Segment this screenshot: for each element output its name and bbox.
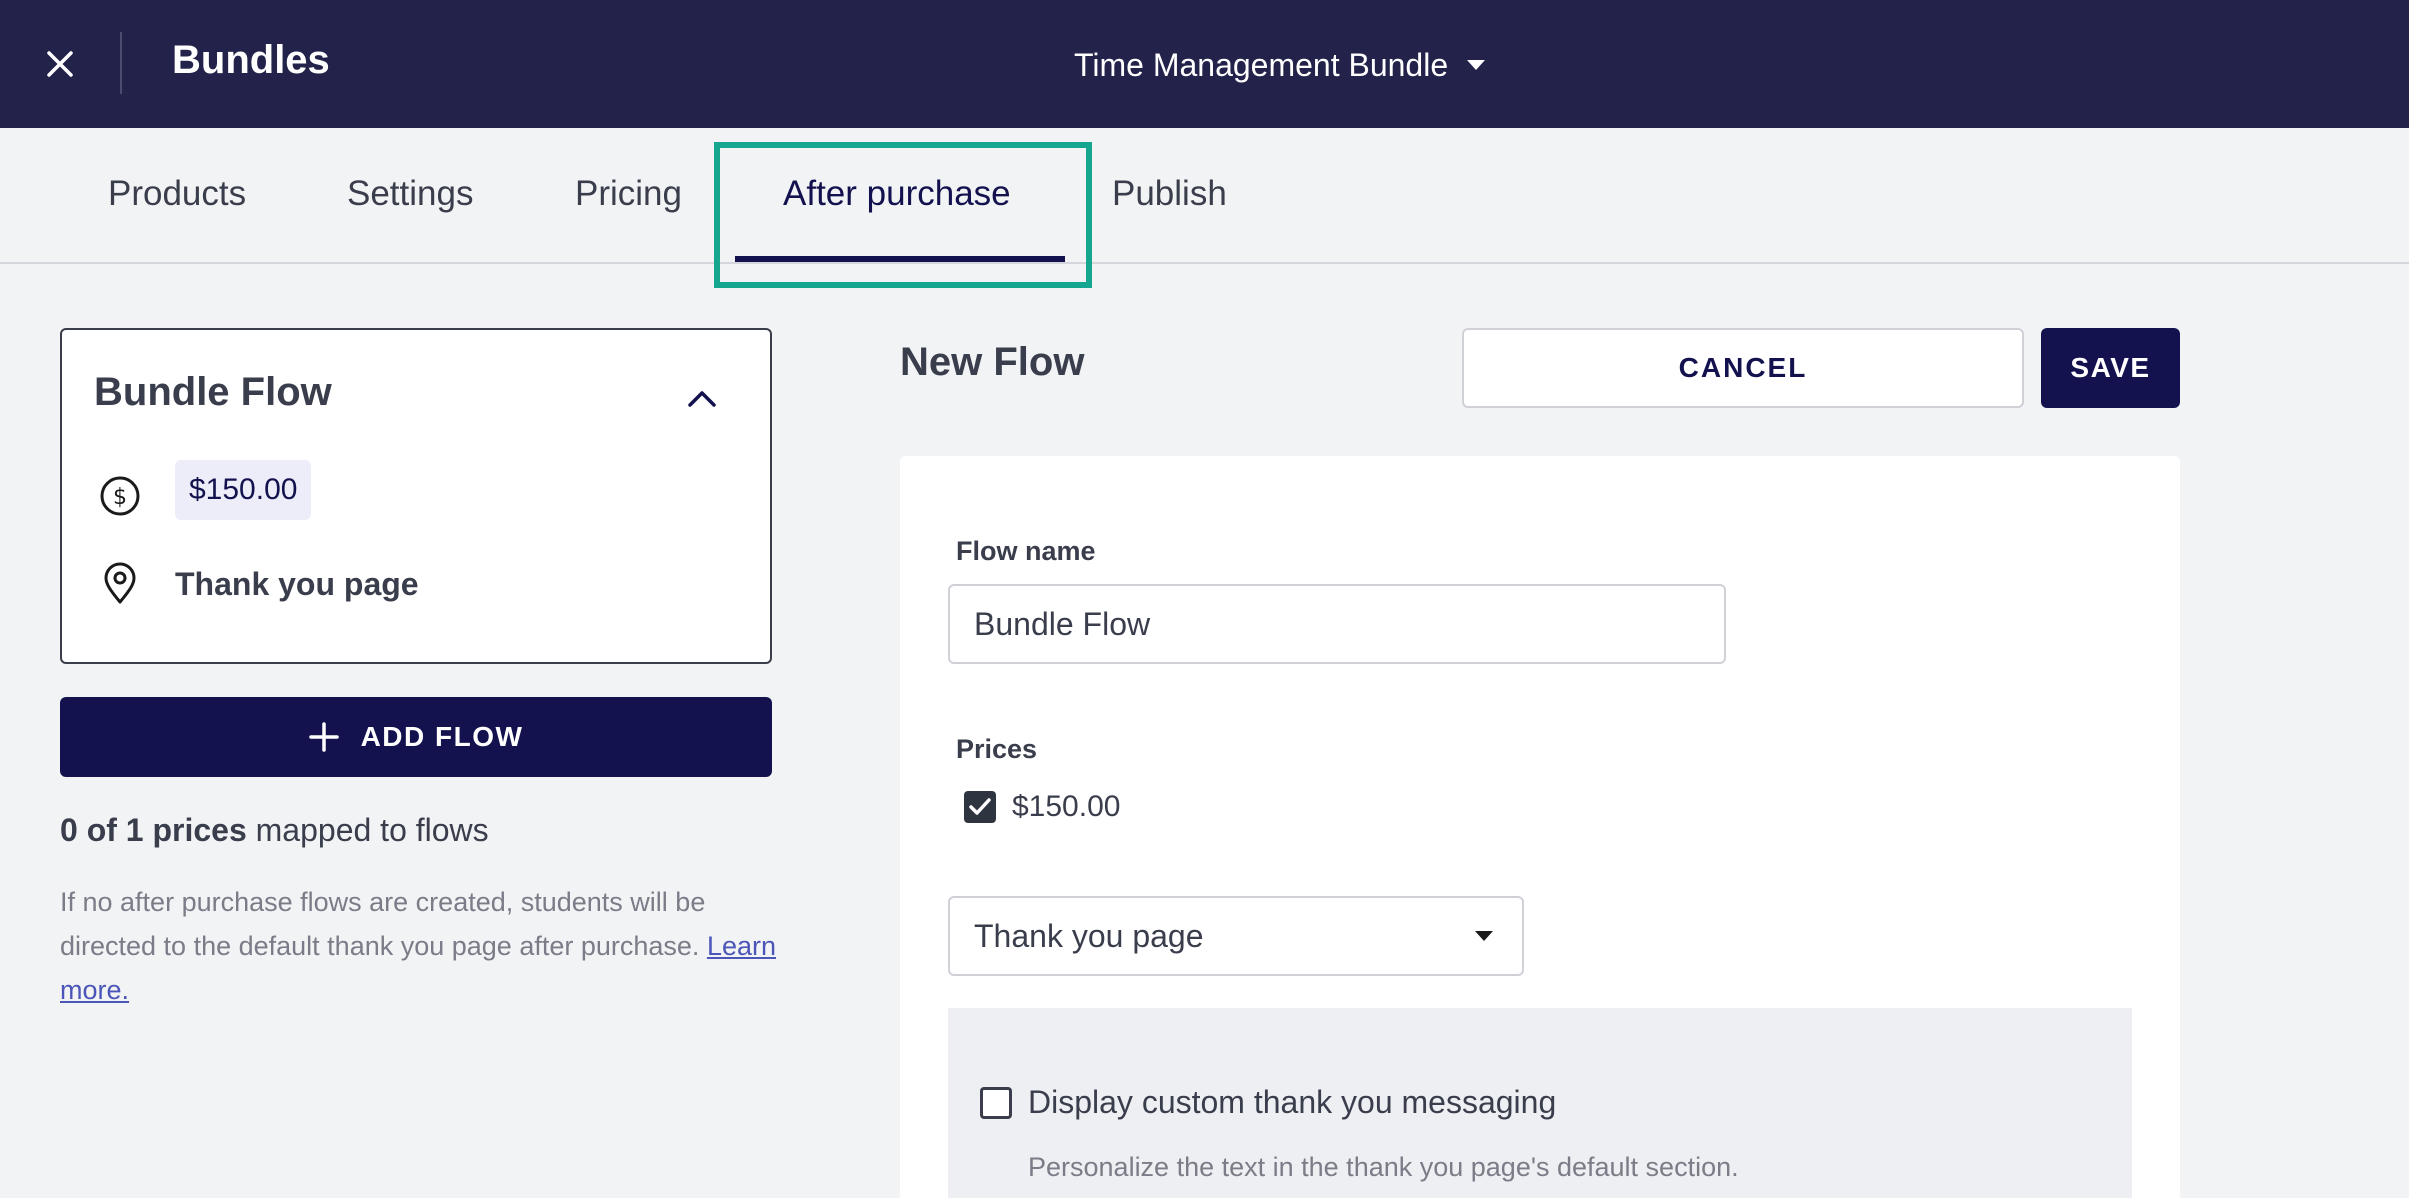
mapped-suffix: mapped to flows xyxy=(246,812,489,848)
prices-label: Prices xyxy=(956,734,1038,764)
custom-message-row[interactable]: Display custom thank you messaging xyxy=(980,1084,1556,1121)
flow-form: Flow name Prices $150.00 Thank you page … xyxy=(900,456,2180,1198)
tab-products[interactable]: Products xyxy=(108,174,246,214)
destination-select-value: Thank you page xyxy=(974,917,1204,954)
checkmark-icon xyxy=(969,798,991,815)
bundle-selector-label: Time Management Bundle xyxy=(1074,46,1449,83)
form-title: New Flow xyxy=(900,340,1085,384)
flow-destination: Thank you page xyxy=(175,566,419,602)
flow-card[interactable]: Bundle Flow $ $150.00 Thank you page xyxy=(60,328,772,664)
flow-name-input[interactable] xyxy=(948,584,1726,664)
tab-pricing[interactable]: Pricing xyxy=(575,174,682,214)
chevron-up-icon xyxy=(688,391,716,407)
price-checkbox[interactable] xyxy=(964,791,996,823)
custom-message-section: Display custom thank you messaging Perso… xyxy=(948,1008,2132,1198)
cancel-button[interactable]: CANCEL xyxy=(1462,328,2024,408)
close-icon xyxy=(47,51,73,77)
header-divider xyxy=(120,32,122,94)
destination-select[interactable]: Thank you page xyxy=(948,896,1524,976)
help-text: If no after purchase flows are created, … xyxy=(60,880,780,1012)
price-option-row[interactable]: $150.00 xyxy=(964,790,1120,824)
close-button[interactable] xyxy=(36,36,84,92)
tab-publish[interactable]: Publish xyxy=(1112,174,1227,214)
add-flow-label: ADD FLOW xyxy=(360,721,524,752)
flow-price-chip: $150.00 xyxy=(175,460,312,520)
custom-message-checkbox[interactable] xyxy=(980,1086,1012,1119)
plus-icon xyxy=(308,722,339,752)
collapse-button[interactable] xyxy=(682,378,722,418)
bundle-selector[interactable]: Time Management Bundle xyxy=(1074,42,1486,88)
dollar-circle-icon: $ xyxy=(100,476,140,516)
mapped-count: 0 of 1 prices xyxy=(60,812,247,848)
top-bar: Bundles Time Management Bundle xyxy=(0,0,2409,128)
flow-name-label: Flow name xyxy=(956,536,1096,566)
caret-down-icon xyxy=(1475,931,1493,941)
tab-bar: Products Settings Pricing After purchase… xyxy=(0,128,2409,264)
mapped-prices-status: 0 of 1 prices mapped to flows xyxy=(60,812,489,849)
tab-after-purchase[interactable]: After purchase xyxy=(783,174,1011,214)
flow-card-title: Bundle Flow xyxy=(94,370,332,414)
help-text-body: If no after purchase flows are created, … xyxy=(60,887,707,961)
location-pin-icon xyxy=(104,562,136,604)
custom-message-description: Personalize the text in the thank you pa… xyxy=(1028,1152,1739,1182)
active-tab-indicator xyxy=(735,256,1065,262)
add-flow-button[interactable]: ADD FLOW xyxy=(60,697,772,777)
save-button[interactable]: SAVE xyxy=(2041,328,2180,408)
tab-settings[interactable]: Settings xyxy=(347,174,473,214)
price-option-label: $150.00 xyxy=(1012,790,1121,823)
caret-down-icon xyxy=(1467,60,1486,70)
page-title: Bundles xyxy=(172,38,330,82)
custom-message-label: Display custom thank you messaging xyxy=(1028,1084,1557,1120)
svg-text:$: $ xyxy=(113,485,127,510)
